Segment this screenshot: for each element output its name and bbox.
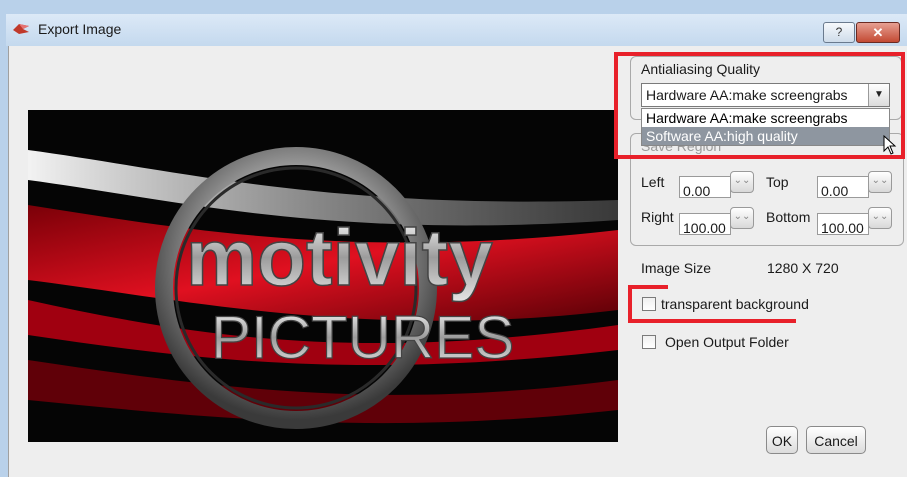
annotation-highlight-antialiasing — [614, 52, 905, 159]
left-input[interactable]: 0.00 — [679, 176, 731, 199]
right-input[interactable]: 100.00 — [679, 213, 731, 236]
cancel-button[interactable]: Cancel — [806, 426, 866, 454]
transparent-background-checkbox[interactable] — [642, 297, 656, 311]
bottom-spinner[interactable]: ⌄⌄ — [868, 207, 892, 229]
help-button[interactable]: ? — [823, 22, 855, 43]
close-button[interactable]: ✕ — [856, 22, 900, 43]
annotation-highlight-transparent-bottom — [628, 319, 796, 323]
app-icon — [13, 24, 29, 34]
preview-image: motivity PICTURES — [28, 110, 618, 442]
transparent-background-label[interactable]: transparent background — [661, 296, 809, 312]
image-size-label: Image Size — [641, 260, 712, 276]
ok-button[interactable]: OK — [766, 426, 798, 454]
open-output-folder-label[interactable]: Open Output Folder — [665, 334, 789, 350]
annotation-highlight-transparent-left — [628, 285, 632, 323]
image-size-value: 1280 X 720 — [767, 260, 839, 276]
top-spinner[interactable]: ⌄⌄ — [868, 171, 892, 193]
top-input[interactable]: 0.00 — [817, 176, 869, 199]
open-output-folder-checkbox[interactable] — [642, 335, 656, 349]
bottom-label: Bottom — [766, 209, 811, 225]
window-title: Export Image — [38, 21, 122, 37]
motivity-logo-art: motivity PICTURES — [28, 110, 618, 442]
right-spinner[interactable]: ⌄⌄ — [730, 207, 754, 229]
left-spinner[interactable]: ⌄⌄ — [730, 171, 754, 193]
bottom-input[interactable]: 100.00 — [817, 213, 869, 236]
logo-text-motivity: motivity — [186, 213, 493, 302]
logo-text-pictures: PICTURES — [211, 304, 514, 371]
top-label: Top — [766, 174, 789, 190]
export-image-dialog: Export Image ? ✕ motivity PICTURES Antia… — [0, 0, 907, 477]
left-label: Left — [641, 174, 665, 190]
title-bar[interactable] — [6, 14, 907, 46]
right-label: Right — [641, 209, 674, 225]
annotation-highlight-transparent-top — [628, 285, 668, 289]
